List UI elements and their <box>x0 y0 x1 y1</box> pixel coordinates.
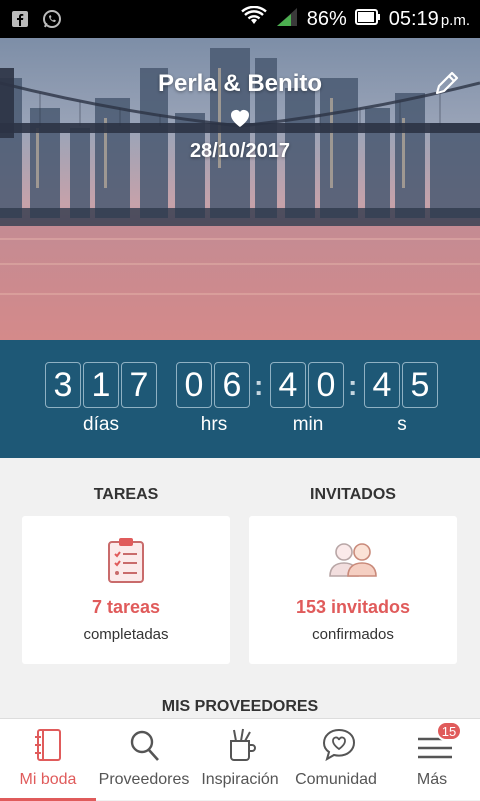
wedding-date: 28/10/2017 <box>189 140 291 162</box>
label-hours: hrs <box>200 414 228 435</box>
label-days: días <box>83 414 119 435</box>
mis-proveedores-title: MIS PROVEEDORES <box>161 698 319 715</box>
nav-inspiracion[interactable]: Inspiración <box>192 719 288 801</box>
label-minutes: min <box>292 414 324 435</box>
countdown-digit: 3 <box>45 362 81 408</box>
countdown-digit: 4 <box>364 362 400 408</box>
invitados-title: INVITADOS <box>310 486 396 503</box>
notebook-icon <box>35 729 61 761</box>
nav-label: Comunidad <box>295 771 377 788</box>
clock: 05:19 <box>388 7 439 30</box>
nav-label: Proveedores <box>98 771 190 788</box>
nav-label: Mi boda <box>19 771 77 788</box>
nav-label: Inspiración <box>201 771 279 788</box>
couple-names: Perla & Benito <box>157 70 323 97</box>
search-icon <box>130 730 159 761</box>
facebook-icon <box>10 9 30 29</box>
whatsapp-icon <box>42 9 62 29</box>
countdown-separator: : <box>348 370 358 401</box>
countdown-separator: : <box>254 370 264 401</box>
tareas-sub: completadas <box>83 626 169 643</box>
hero-banner: Perla & Benito 28/10/2017 <box>0 38 480 340</box>
battery-icon <box>354 8 381 31</box>
countdown-digit: 1 <box>83 362 119 408</box>
countdown-panel: 3 1 7 0 6 : 4 0 : 4 5 días hrs min s <box>0 340 480 458</box>
heart-icon <box>231 110 249 127</box>
battery-text: 86% <box>306 7 347 30</box>
status-bar: 86% 05:19 p.m. <box>0 0 480 38</box>
countdown-hours: 0 6 <box>176 362 252 408</box>
label-seconds: s <box>397 414 407 435</box>
notification-badge: 15 <box>436 721 462 741</box>
invitados-sub: confirmados <box>312 626 394 643</box>
guests-icon <box>329 543 377 577</box>
clipboard-checklist-icon <box>108 538 144 583</box>
invitados-count: 153 invitados <box>295 597 411 617</box>
nav-comunidad[interactable]: Comunidad <box>288 719 384 801</box>
invitados-card[interactable]: 153 invitados confirmados <box>249 516 457 664</box>
nav-mi-boda[interactable]: Mi boda <box>0 719 96 801</box>
nav-mas[interactable]: 15 Más <box>384 719 480 801</box>
pencil-icon[interactable] <box>432 68 462 98</box>
countdown-digit: 0 <box>308 362 344 408</box>
countdown-seconds: 4 5 <box>364 362 440 408</box>
countdown-days: 3 1 7 <box>45 362 159 408</box>
clock-ampm: p.m. <box>440 11 470 29</box>
countdown-digit: 7 <box>121 362 157 408</box>
bottom-nav: Mi boda Proveedores Inspiración Comunida… <box>0 718 480 801</box>
countdown-digit: 0 <box>176 362 212 408</box>
countdown-digit: 4 <box>270 362 306 408</box>
tareas-card[interactable]: 7 tareas completadas <box>22 516 230 664</box>
countdown-digit: 5 <box>402 362 438 408</box>
inspiration-icon <box>230 728 256 761</box>
chat-heart-icon <box>322 728 356 762</box>
tareas-count: 7 tareas <box>91 597 161 617</box>
tareas-title: TAREAS <box>93 486 159 503</box>
countdown-digit: 6 <box>214 362 250 408</box>
nav-label: Más <box>416 771 448 788</box>
signal-icon <box>275 6 299 32</box>
countdown-minutes: 4 0 <box>270 362 346 408</box>
wifi-icon <box>240 5 267 32</box>
nav-proveedores[interactable]: Proveedores <box>96 719 192 801</box>
